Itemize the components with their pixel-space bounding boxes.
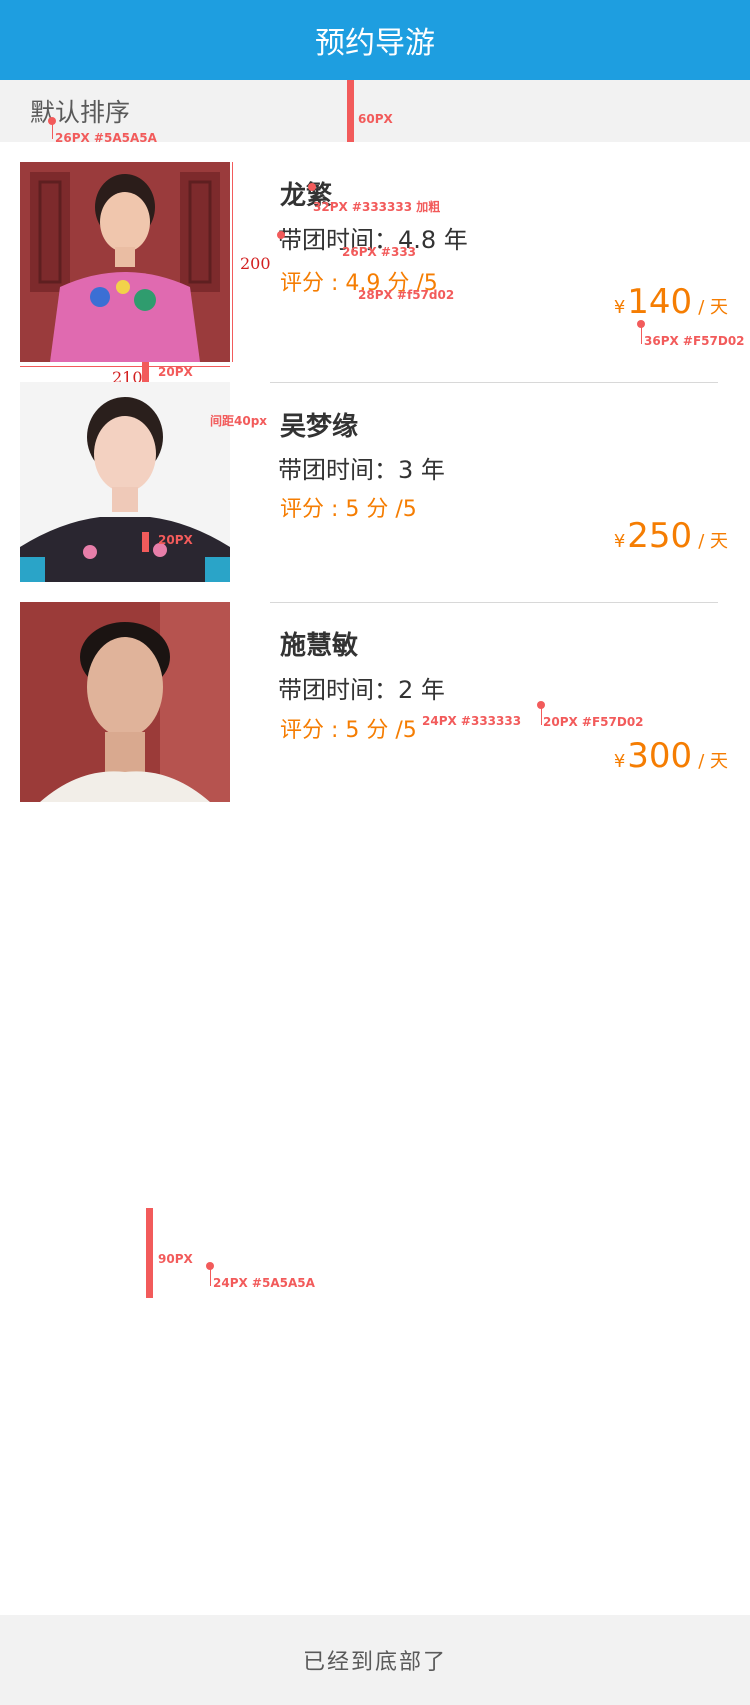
guide-photo[interactable] [20,162,230,362]
annotation-line [641,324,642,344]
guide-photo-image [20,382,230,582]
annotation-rating-spec: 28PX #f57d02 [358,288,455,302]
guide-photo-image [20,162,230,362]
annotation-gap: 20PX [158,533,193,547]
annotation-price-spec: 36PX #F57D02 [644,334,745,348]
annotation-tenure-spec: 26PX #333 [342,245,417,259]
annotation-bar [142,362,149,382]
guide-tenure: 带团时间：3 年 [278,456,445,484]
guide-name: 吴梦缘 [280,412,359,442]
annotation-bar [20,366,230,367]
guide-name: 施慧敏 [280,631,359,661]
guide-price: ¥ 140 / 天 [614,282,728,322]
price-unit: / 天 [698,751,728,772]
annotation-sortbar-height: 60PX [358,112,393,126]
annotation-bar [146,1208,153,1298]
footer-text: 已经到底部了 [302,1650,447,1675]
list-divider [270,382,718,383]
guide-photo[interactable] [20,382,230,582]
page-title: 预约导游 [315,26,435,61]
guide-tenure: 带团时间：2 年 [278,676,445,704]
page-header: 预约导游 [0,0,750,80]
list-end-footer: 已经到底部了 [0,1615,750,1705]
currency-symbol: ¥ [613,531,626,552]
annotation-line [541,705,542,725]
list-divider [270,602,718,603]
price-amount: 140 [627,282,693,322]
price-unit: / 天 [698,297,728,318]
guide-rating: 评分 : 5 分 /5 [280,497,417,522]
guide-photo-image [20,602,230,802]
annotation-dot [308,183,316,191]
annotation-footer-spec: 24PX #5A5A5A [213,1276,315,1290]
price-amount: 300 [627,736,693,776]
annotation-line [52,121,53,139]
annotation-photo-height: 200 [240,254,271,273]
guide-rating: 评分 : 5 分 /5 [280,718,417,743]
annotation-name-spec: 32PX #333333 加粗 [313,200,441,214]
guide-price: ¥ 250 / 天 [614,516,728,556]
sort-default-button[interactable]: 默认排序 [30,93,130,129]
guide-photo[interactable] [20,602,230,802]
annotation-line [232,162,233,362]
guide-price: ¥ 300 / 天 [614,736,728,776]
annotation-line [210,1266,211,1286]
annotation-bar [142,532,149,552]
annotation-bar [347,80,354,142]
annotation-dot [277,231,285,239]
annotation-gap: 间距40px [210,414,268,428]
annotation-footer-height: 90PX [158,1252,193,1266]
annotation-gap: 20PX [158,365,193,379]
price-unit: / 天 [698,531,728,552]
currency-symbol: ¥ [613,751,626,772]
currency-symbol: ¥ [613,297,626,318]
annotation-unit-spec: 20PX #F57D02 [543,715,644,729]
price-amount: 250 [627,516,693,556]
annotation-small-spec: 24PX #333333 [422,714,522,728]
annotation-sort-spec: 26PX #5A5A5A [55,131,157,145]
